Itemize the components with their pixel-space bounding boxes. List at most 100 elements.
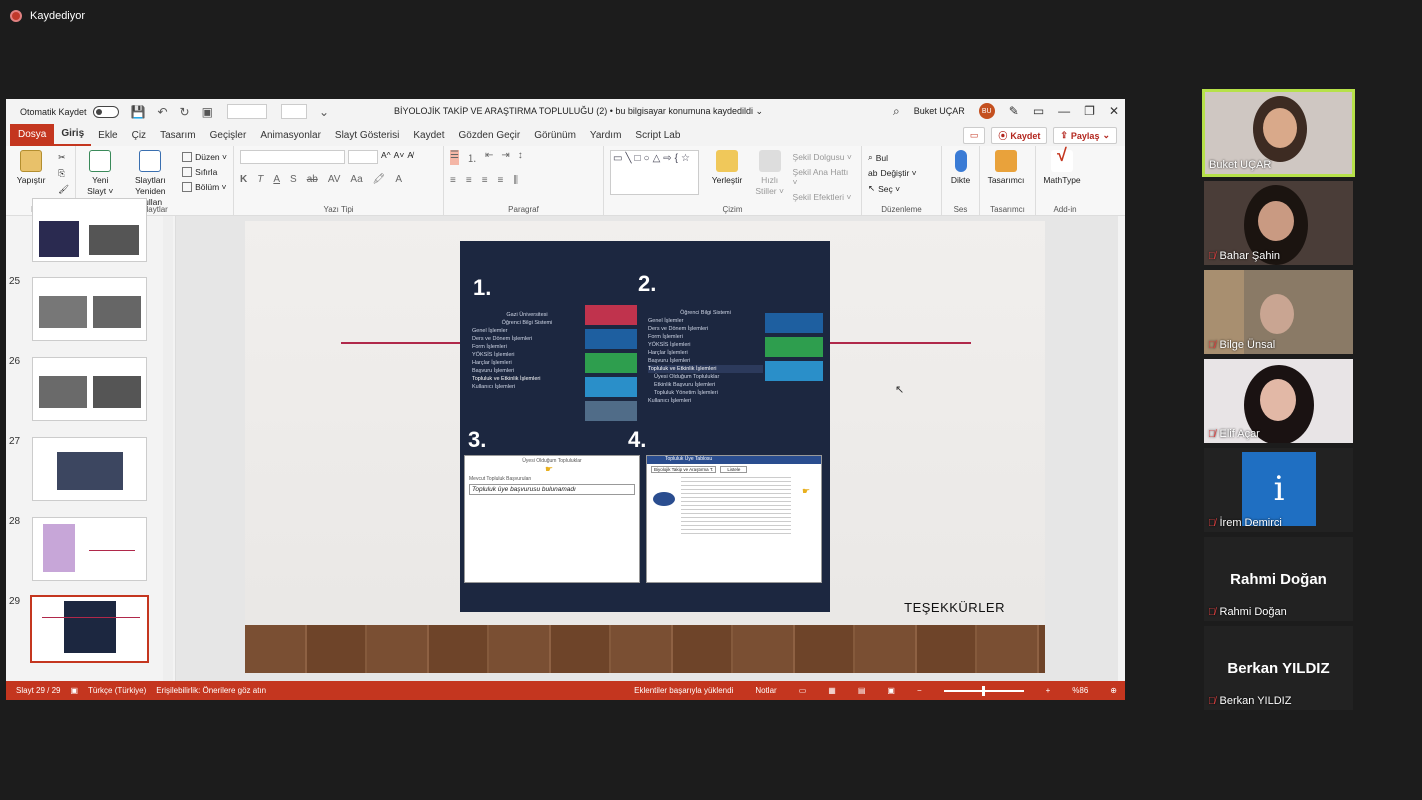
slide-thumbnail-selected[interactable] xyxy=(30,595,149,663)
shape-brace-icon[interactable]: { xyxy=(675,153,678,192)
shape-fill-button[interactable]: Şekil Dolgusu ˅ xyxy=(793,152,855,162)
shape-rect-icon[interactable]: □ xyxy=(634,153,640,192)
present-icon[interactable]: ▣ xyxy=(202,105,213,119)
tab-slideshow[interactable]: Slayt Gösterisi xyxy=(328,130,406,141)
shape-textbox-icon[interactable]: ▭ xyxy=(613,153,622,192)
columns-icon[interactable]: ⫼ xyxy=(513,175,518,186)
decrease-indent-icon[interactable]: ⇤ xyxy=(485,150,493,165)
participant-tile[interactable]: 🎙̸ Bilge Ünsal xyxy=(1204,270,1353,354)
shape-triangle-icon[interactable]: △ xyxy=(653,153,661,192)
tab-animations[interactable]: Animasyonlar xyxy=(253,130,328,141)
copy-icon[interactable]: ⎘ xyxy=(58,168,69,179)
format-painter-icon[interactable]: 🖌 xyxy=(58,184,69,195)
shapes-gallery[interactable]: ▭ ╲ □ ○ △ ⇨ { ☆ xyxy=(610,150,700,195)
autosave-toggle[interactable] xyxy=(92,105,119,118)
shape-star-icon[interactable]: ☆ xyxy=(681,153,690,192)
bold-icon[interactable]: K xyxy=(240,174,247,185)
reset-button[interactable]: Sıfırla xyxy=(182,167,227,177)
font-quick-box[interactable] xyxy=(226,104,267,119)
participant-tile[interactable]: i 🎙̸ İrem Demirci xyxy=(1204,448,1353,532)
clear-format-icon[interactable]: A̸ xyxy=(407,150,413,164)
font-name-box[interactable] xyxy=(240,150,345,164)
canvas-scrollbar[interactable] xyxy=(1118,216,1125,681)
section-button[interactable]: Bölüm ˅ xyxy=(182,182,227,192)
tab-record[interactable]: Kaydet xyxy=(406,130,451,141)
slide-thumbnail[interactable] xyxy=(32,198,147,262)
undo-icon[interactable]: ↶ xyxy=(157,105,167,119)
highlight-icon[interactable]: 🖍 xyxy=(373,174,386,185)
zoom-in-icon[interactable]: + xyxy=(1046,686,1051,695)
tab-help[interactable]: Yardım xyxy=(583,130,629,141)
search-icon[interactable]: ⌕ xyxy=(893,104,900,119)
layout-button[interactable]: Düzen ˅ xyxy=(182,152,227,162)
zoom-out-icon[interactable]: − xyxy=(917,686,922,695)
spellcheck-icon[interactable]: ▣ xyxy=(70,686,78,695)
zoom-slider[interactable] xyxy=(943,685,1024,696)
select-button[interactable]: ↖ Seç ˅ xyxy=(868,183,917,194)
tab-review[interactable]: Gözden Geçir xyxy=(452,130,528,141)
tab-draw[interactable]: Çiz xyxy=(125,130,153,141)
record-button[interactable]: ⦿ Kaydet xyxy=(991,127,1048,144)
share-button[interactable]: ⇪ Paylaş ⌄ xyxy=(1053,127,1117,144)
slide-thumbnail[interactable] xyxy=(32,437,147,501)
fit-slide-icon[interactable]: ⊕ xyxy=(1110,686,1117,695)
close-icon[interactable]: ✕ xyxy=(1109,104,1119,118)
align-left-icon[interactable]: ≡ xyxy=(450,175,456,186)
current-slide[interactable]: 1. 2. 3. 4. Gazi Üniversitesi Öğrenci Bi… xyxy=(245,221,1045,673)
slide-sorter-icon[interactable]: ▦ xyxy=(828,686,836,695)
customize-qat-icon[interactable]: ⌄ xyxy=(319,105,329,119)
participant-tile[interactable]: 🎙̸ Bahar Şahin xyxy=(1204,181,1353,265)
tab-scriptlab[interactable]: Script Lab xyxy=(628,130,687,141)
find-button[interactable]: ⌕ Bul xyxy=(868,152,917,163)
minimize-icon[interactable]: — xyxy=(1058,104,1070,118)
shadow-icon[interactable]: S xyxy=(290,174,297,185)
shape-arrow-icon[interactable]: ⇨ xyxy=(663,153,671,192)
thumbnails-scrollbar[interactable] xyxy=(163,216,173,681)
language[interactable]: Türkçe (Türkiye) xyxy=(88,686,146,695)
font-size-box[interactable] xyxy=(348,150,378,164)
restore-icon[interactable]: ❐ xyxy=(1084,104,1095,118)
slide-thumbnail[interactable] xyxy=(32,357,147,421)
tab-design[interactable]: Tasarım xyxy=(153,130,203,141)
justify-icon[interactable]: ≡ xyxy=(498,175,504,186)
slide-thumbnail[interactable] xyxy=(32,277,147,341)
replace-button[interactable]: ab Değiştir ˅ xyxy=(868,168,917,178)
numbering-icon[interactable]: ⒈ xyxy=(467,150,477,165)
participant-tile[interactable]: Berkan YILDIZ 🎙̸ Berkan YILDIZ xyxy=(1204,626,1353,710)
user-name[interactable]: Buket UÇAR xyxy=(914,106,965,116)
tab-insert[interactable]: Ekle xyxy=(91,130,124,141)
participant-tile[interactable]: Buket UÇAR xyxy=(1202,89,1355,177)
participant-tile[interactable]: 🎙̸ Elif Açar xyxy=(1204,359,1353,443)
reading-view-icon[interactable]: ▤ xyxy=(858,686,866,695)
normal-view-icon[interactable]: ▭ xyxy=(799,686,807,695)
ribbon-display-icon[interactable]: ▭ xyxy=(1033,104,1044,118)
notes-button[interactable]: Notlar xyxy=(755,686,776,695)
shape-line-icon[interactable]: ╲ xyxy=(625,153,631,192)
increase-indent-icon[interactable]: ⇥ xyxy=(501,150,509,165)
avatar[interactable]: BU xyxy=(978,103,995,119)
document-title[interactable]: BİYOLOJİK TAKİP VE ARAŞTIRMA TOPLULUĞU (… xyxy=(394,106,763,117)
grow-font-icon[interactable]: A^ xyxy=(381,150,391,164)
cut-icon[interactable]: ✂ xyxy=(58,152,69,163)
shape-oval-icon[interactable]: ○ xyxy=(644,153,650,192)
pen-icon[interactable]: ✎ xyxy=(1009,104,1019,118)
zoom-level[interactable]: %86 xyxy=(1072,686,1088,695)
shape-outline-button[interactable]: Şekil Ana Hattı ˅ xyxy=(793,167,855,187)
slideshow-icon[interactable]: ▣ xyxy=(887,686,895,695)
strikethrough-icon[interactable]: ab xyxy=(307,174,318,185)
accessibility-status[interactable]: Erişilebilirlik: Önerilere göz atın xyxy=(156,686,266,695)
slide-thumbnail[interactable] xyxy=(32,517,147,581)
shrink-font-icon[interactable]: A˅ xyxy=(394,150,405,164)
tab-transitions[interactable]: Geçişler xyxy=(203,130,254,141)
align-right-icon[interactable]: ≡ xyxy=(482,175,488,186)
tab-home[interactable]: Giriş xyxy=(54,124,92,146)
size-quick-box[interactable] xyxy=(280,104,307,119)
italic-icon[interactable]: T xyxy=(257,174,263,185)
align-center-icon[interactable]: ≡ xyxy=(466,175,472,186)
save-icon[interactable]: 💾 xyxy=(131,105,146,119)
comments-button[interactable]: ▭ xyxy=(962,127,986,144)
font-color-icon[interactable]: A xyxy=(395,174,402,185)
spacing-icon[interactable]: AV xyxy=(328,174,341,185)
tab-view[interactable]: Görünüm xyxy=(527,130,583,141)
participant-tile[interactable]: Rahmi Doğan 🎙̸ Rahmi Doğan xyxy=(1204,537,1353,621)
